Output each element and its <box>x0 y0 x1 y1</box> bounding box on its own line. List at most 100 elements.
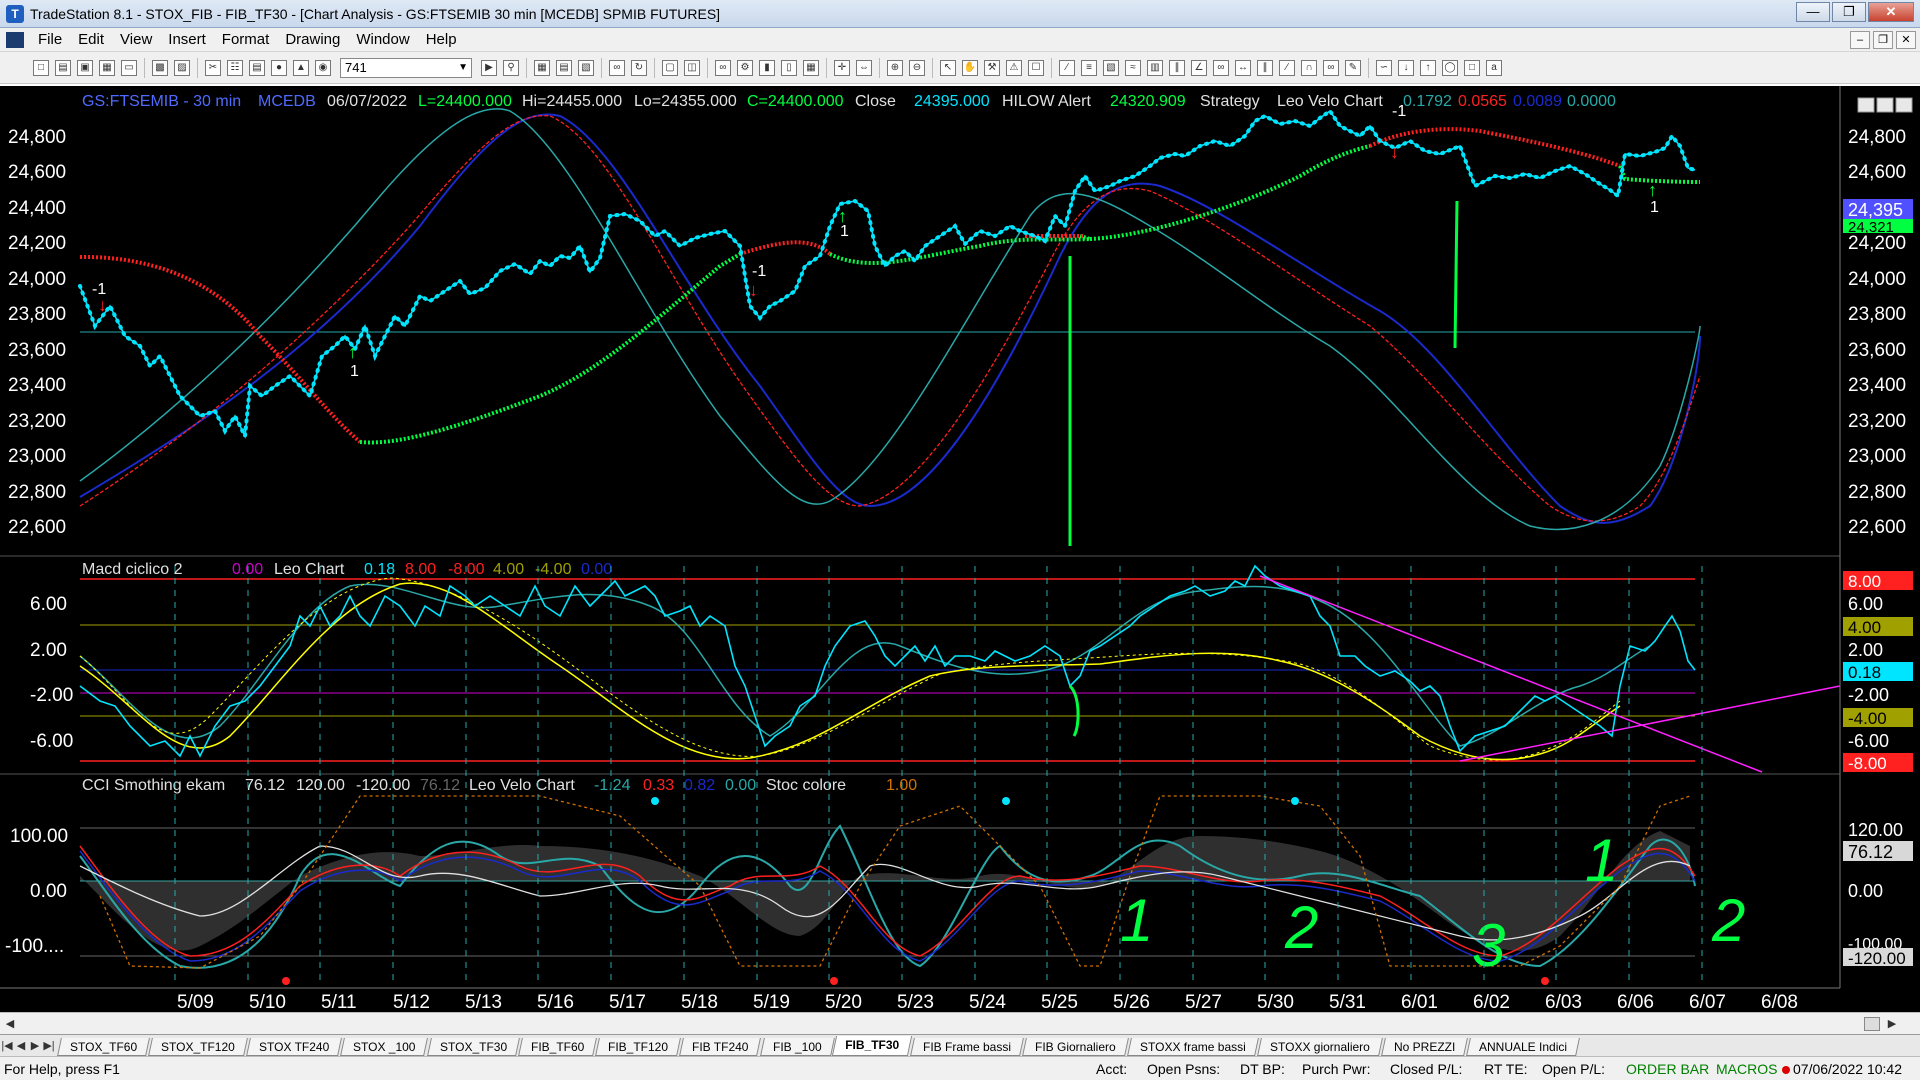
tab-no-prezzi[interactable]: No PREZZI <box>1380 1038 1469 1056</box>
chart-icon[interactable]: ▲ <box>293 59 309 76</box>
rectangle-icon[interactable]: □ <box>1464 59 1480 76</box>
lock-icon[interactable]: ● <box>271 59 287 76</box>
scroll-thumb[interactable] <box>1864 1017 1880 1031</box>
tab-fib-tf30[interactable]: FIB_TF30 <box>832 1036 913 1056</box>
tab-stoxx-frame-bassi[interactable]: STOXX frame bassi <box>1127 1038 1259 1056</box>
regression-icon[interactable]: ≈ <box>1125 59 1141 76</box>
scroll-right-icon[interactable]: ▶ <box>1884 1016 1900 1032</box>
cut-icon[interactable]: ✂ <box>205 59 221 76</box>
tab-prev-icon[interactable]: ◀ <box>14 1036 28 1056</box>
crosshair-icon[interactable]: ✛ <box>834 59 850 76</box>
menu-view[interactable]: View <box>112 29 160 51</box>
paste-icon[interactable]: ▤ <box>249 59 265 76</box>
candle-icon[interactable]: ▯ <box>781 59 797 76</box>
print-preview-icon[interactable]: ▨ <box>174 59 190 76</box>
strategy-icon[interactable]: ⚙ <box>737 59 753 76</box>
tab-stox-tf120[interactable]: STOX_TF120 <box>148 1038 248 1056</box>
tab-first-icon[interactable]: |◀ <box>0 1036 14 1056</box>
fib-ext-icon[interactable]: ∥ <box>1257 59 1273 76</box>
chart-minimize-button[interactable] <box>1857 97 1875 113</box>
text-icon[interactable]: a <box>1486 59 1502 76</box>
tab-fib-100[interactable]: FIB _100 <box>759 1038 835 1056</box>
tab-stox-tf60[interactable]: STOX_TF60 <box>57 1038 151 1056</box>
workspace-icon[interactable]: ▦ <box>99 59 115 76</box>
menu-help[interactable]: Help <box>418 29 465 51</box>
tab-next-icon[interactable]: ▶ <box>28 1036 42 1056</box>
tab-last-icon[interactable]: ▶| <box>42 1036 56 1056</box>
format-symbol-icon[interactable]: ▤ <box>556 59 572 76</box>
search-icon[interactable]: ⚲ <box>503 59 519 76</box>
menu-insert[interactable]: Insert <box>160 29 214 51</box>
indicator-icon[interactable]: ∞ <box>715 59 731 76</box>
chevron-down-icon[interactable]: ▼ <box>458 59 468 77</box>
status-order-bar[interactable]: ORDER BAR <box>1626 1061 1709 1077</box>
play-icon[interactable]: ▶ <box>481 59 497 76</box>
tab-stox-100[interactable]: STOX _100 <box>340 1038 429 1056</box>
menu-window[interactable]: Window <box>348 29 417 51</box>
menu-drawing[interactable]: Drawing <box>277 29 348 51</box>
tab-fib-tf240[interactable]: FIB TF240 <box>679 1038 762 1056</box>
horizontal-scrollbar[interactable]: ◀ ▶ <box>0 1012 1920 1034</box>
pointer-icon[interactable]: ↖ <box>940 59 956 76</box>
chart-canvas[interactable]: GS:FTSEMIB - 30 min MCEDB 06/07/2022 L=2… <box>0 86 1920 1013</box>
zoom-out-icon[interactable]: ⊖ <box>909 59 925 76</box>
tools-icon[interactable]: ⚒ <box>984 59 1000 76</box>
chart-window-icon[interactable] <box>6 31 24 48</box>
ellipse-icon[interactable]: ◯ <box>1442 59 1458 76</box>
tab-stox-tf240[interactable]: STOX TF240 <box>246 1038 343 1056</box>
new-icon[interactable]: □ <box>33 59 49 76</box>
chart-restore-button[interactable] <box>1876 97 1894 113</box>
data-icon[interactable]: ▦ <box>803 59 819 76</box>
print-icon[interactable]: ▩ <box>152 59 168 76</box>
mdi-close-button[interactable]: ✕ <box>1896 31 1916 49</box>
menu-format[interactable]: Format <box>214 29 278 51</box>
price-panel[interactable] <box>0 86 1840 556</box>
arrow-lr-icon[interactable]: ↔ <box>1235 59 1251 76</box>
alert-icon[interactable]: ⚠ <box>1006 59 1022 76</box>
trendline-icon[interactable]: ∕ <box>1059 59 1075 76</box>
menu-edit[interactable]: Edit <box>70 29 112 51</box>
scroll-left-icon[interactable]: ◀ <box>2 1016 18 1032</box>
chart-close-button[interactable] <box>1895 97 1913 113</box>
pen-icon[interactable]: ✎ <box>1345 59 1361 76</box>
folder-icon[interactable]: ▭ <box>121 59 137 76</box>
format-window-icon[interactable]: ▦ <box>534 59 550 76</box>
speed-lines-icon[interactable]: ∥ <box>1169 59 1185 76</box>
maximize-button[interactable]: ❐ <box>1832 2 1866 22</box>
status-macros[interactable]: MACROS <box>1716 1061 1777 1077</box>
gann-icon[interactable]: ∞ <box>1213 59 1229 76</box>
spiral-icon[interactable]: ∞ <box>1323 59 1339 76</box>
close-button[interactable]: ✕ <box>1868 2 1914 22</box>
mdi-minimize-button[interactable]: – <box>1850 31 1870 49</box>
tile-icon[interactable]: ◫ <box>684 59 700 76</box>
tab-fib-tf120[interactable]: FIB_TF120 <box>595 1038 682 1056</box>
bar-count-combo[interactable]: 741 ▼ <box>340 57 472 78</box>
refresh-icon[interactable]: ↻ <box>631 59 647 76</box>
tab-stox-tf30[interactable]: STOX_TF30 <box>426 1038 520 1056</box>
arrow-up-icon[interactable]: ↑ <box>1420 59 1436 76</box>
tab-stoxx-giornaliero[interactable]: STOXX giornaliero <box>1257 1038 1383 1056</box>
menu-file[interactable]: File <box>30 29 70 51</box>
zoom-in-icon[interactable]: ⊕ <box>887 59 903 76</box>
parallel-icon[interactable]: ∕ <box>1279 59 1295 76</box>
link-icon[interactable]: ∞ <box>609 59 625 76</box>
mdi-restore-button[interactable]: ❐ <box>1873 31 1893 49</box>
minimize-button[interactable]: — <box>1796 2 1830 22</box>
arrow-down-icon[interactable]: ↓ <box>1398 59 1414 76</box>
curve-icon[interactable]: ∽ <box>1376 59 1392 76</box>
channel-icon[interactable]: ▧ <box>1103 59 1119 76</box>
scale-icon[interactable]: ⇔ <box>856 59 872 76</box>
tab-annuale-indici[interactable]: ANNUALE Indici <box>1466 1038 1581 1056</box>
fib-icon[interactable]: ▥ <box>1147 59 1163 76</box>
tab-fib-tf60[interactable]: FIB_TF60 <box>517 1038 598 1056</box>
bar-chart-icon[interactable]: ▮ <box>759 59 775 76</box>
window-icon[interactable]: ▢ <box>662 59 678 76</box>
horizontal-lines-icon[interactable]: ≡ <box>1081 59 1097 76</box>
save-icon[interactable]: ▣ <box>77 59 93 76</box>
chart-area[interactable]: GS:FTSEMIB - 30 min MCEDB 06/07/2022 L=2… <box>0 86 1920 1013</box>
tab-fib-frame-bassi[interactable]: FIB Frame bassi <box>910 1038 1025 1056</box>
andrews-icon[interactable]: ∠ <box>1191 59 1207 76</box>
copy-icon[interactable]: ☷ <box>227 59 243 76</box>
globe-icon[interactable]: ◉ <box>315 59 331 76</box>
cursor-icon[interactable]: ☐ <box>1028 59 1044 76</box>
